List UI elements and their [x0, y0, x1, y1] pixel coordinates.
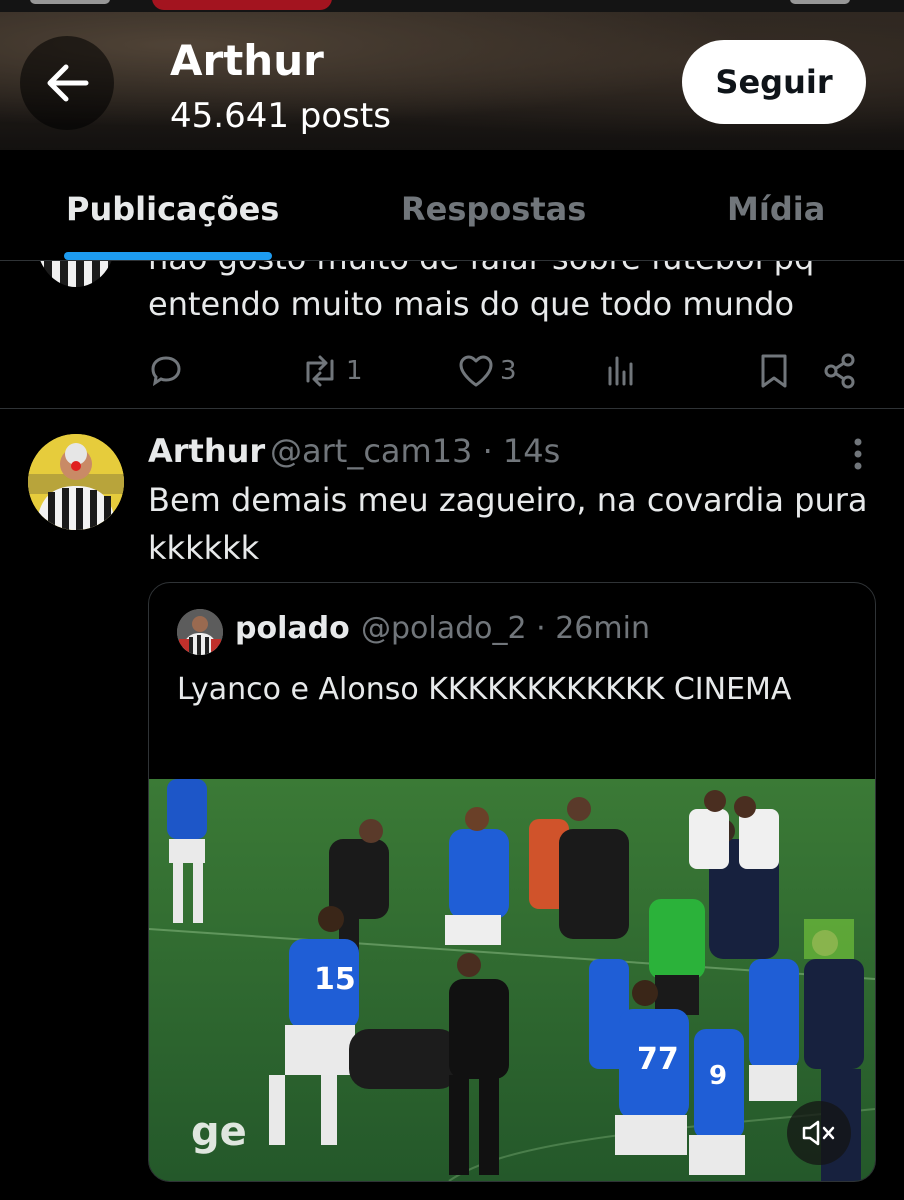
- svg-text:9: 9: [709, 1061, 727, 1091]
- mute-button[interactable]: [787, 1101, 851, 1165]
- reply-icon: [151, 356, 181, 387]
- like-button[interactable]: 3: [458, 351, 517, 391]
- more-icon: [854, 438, 862, 470]
- avatar[interactable]: [28, 434, 124, 530]
- back-button[interactable]: [20, 36, 114, 130]
- status-bar: [0, 0, 904, 12]
- retweet-button[interactable]: 1: [300, 351, 363, 391]
- quoted-avatar[interactable]: [177, 609, 223, 655]
- share-button[interactable]: [822, 351, 858, 391]
- active-tab-indicator: [64, 252, 272, 260]
- video-frame: 15 77 9: [149, 779, 875, 1181]
- like-icon: [459, 355, 493, 387]
- retweet-icon: [306, 355, 334, 387]
- follow-button[interactable]: Seguir: [682, 40, 866, 124]
- views-icon: [608, 356, 633, 386]
- avatar-image: [28, 434, 124, 530]
- svg-text:15: 15: [314, 962, 356, 997]
- post-text-line: não gosto muito de falar sobre futebol p…: [148, 261, 814, 277]
- profile-header: Arthur 45.641 posts Seguir: [0, 0, 904, 150]
- share-icon: [824, 353, 855, 389]
- status-battery-icon: [790, 0, 850, 4]
- previous-post[interactable]: não gosto muito de falar sobre futebol p…: [0, 261, 904, 409]
- quoted-avatar-image: [177, 609, 223, 655]
- tab-midia[interactable]: Mídia: [727, 190, 825, 228]
- post-count: 45.641 posts: [170, 96, 391, 136]
- like-count: 3: [500, 356, 517, 386]
- post-text: Bem demais meu zagueiro, na covardia pur…: [148, 481, 868, 567]
- quoted-author-name[interactable]: polado: [235, 611, 350, 646]
- broadcaster-logo: ge: [191, 1109, 247, 1155]
- svg-text:77: 77: [637, 1042, 679, 1077]
- author-name[interactable]: Arthur: [148, 432, 265, 470]
- profile-name: Arthur: [170, 36, 324, 85]
- views-button[interactable]: [604, 351, 638, 391]
- status-clock: [30, 0, 110, 4]
- avatar[interactable]: [36, 261, 116, 287]
- mute-icon: [802, 1120, 835, 1146]
- quoted-video[interactable]: 15 77 9 ge: [149, 779, 875, 1181]
- bookmark-button[interactable]: [758, 351, 790, 391]
- post[interactable]: Arthur @art_cam13 · 14s Bem demais meu z…: [0, 410, 904, 1200]
- status-recording-pill: [152, 0, 332, 10]
- reply-button[interactable]: [148, 351, 184, 391]
- quoted-post[interactable]: polado @polado_2 · 26min Lyanco e Alonso…: [148, 582, 876, 1182]
- bookmark-icon: [761, 354, 787, 388]
- retweet-count: 1: [346, 356, 363, 386]
- author-handle-time: @art_cam13 · 14s: [270, 432, 561, 470]
- quoted-author-handle-time: @polado_2 · 26min: [361, 611, 650, 646]
- back-arrow-icon: [47, 64, 89, 102]
- more-options-button[interactable]: [844, 434, 872, 474]
- tab-respostas[interactable]: Respostas: [401, 190, 586, 228]
- tab-publicacoes[interactable]: Publicações: [66, 190, 279, 228]
- quoted-post-text: Lyanco e Alonso KKKKKKKKKKKK CINEMA: [177, 672, 792, 707]
- profile-tabs: Publicações Respostas Mídia: [0, 150, 904, 261]
- post-text-line: entendo muito mais do que todo mundo: [148, 285, 795, 323]
